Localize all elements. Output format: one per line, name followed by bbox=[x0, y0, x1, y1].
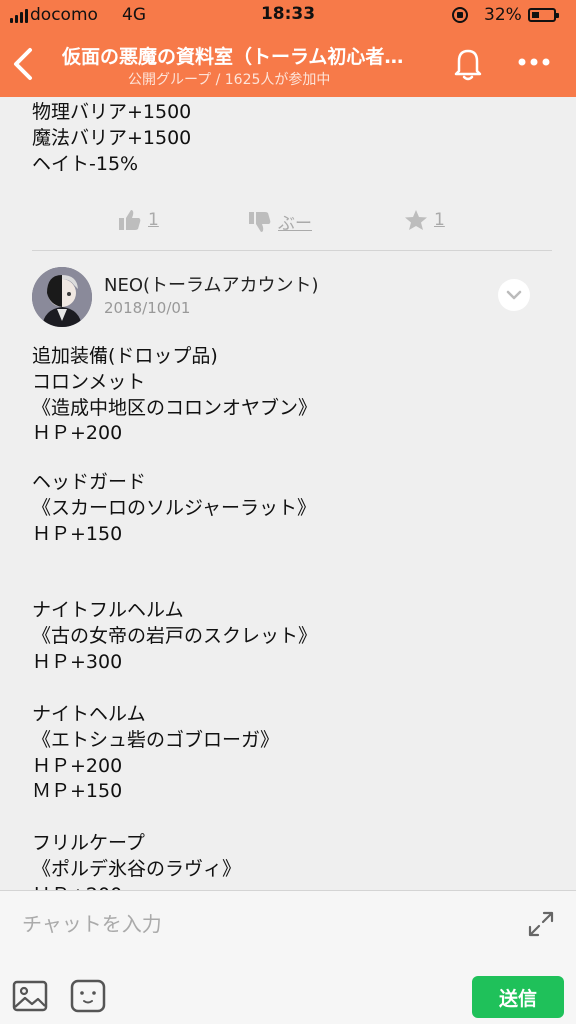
author-name[interactable]: NEO(トーラムアカウント) bbox=[104, 271, 319, 297]
more-options-button[interactable] bbox=[514, 52, 554, 72]
post-divider bbox=[32, 250, 552, 251]
post-text-block-1: 追加装備(ドロップ品) コロンメット 《造成中地区のコロンオヤブン》 ＨＰ+20… bbox=[32, 345, 318, 445]
chat-area[interactable]: 物理バリア+1500 魔法バリア+1500 ヘイト-15% 1 ぶー 1 NEO… bbox=[0, 97, 576, 890]
post-text-block-5: フリルケープ 《ポルデ氷谷のラヴィ》 ＨＰ+200 bbox=[32, 832, 242, 890]
reaction-bar: 1 ぶー 1 bbox=[0, 201, 576, 241]
thumbs-up-icon bbox=[119, 210, 141, 230]
battery-icon bbox=[528, 8, 559, 22]
image-icon bbox=[12, 980, 48, 1012]
like-button[interactable]: 1 bbox=[118, 209, 159, 231]
like-count: 1 bbox=[148, 210, 159, 230]
thumbs-down-icon bbox=[249, 211, 271, 232]
star-icon bbox=[405, 210, 427, 230]
group-title: 仮面の悪魔の資料室（トーラム初心者… bbox=[62, 46, 404, 68]
more-icon bbox=[518, 58, 550, 66]
favorite-button[interactable]: 1 bbox=[404, 209, 445, 231]
back-button[interactable] bbox=[10, 44, 40, 84]
notification-button[interactable] bbox=[450, 44, 486, 84]
back-icon bbox=[14, 48, 32, 80]
post-date: 2018/10/01 bbox=[104, 299, 191, 317]
battery-percent: 32% bbox=[484, 5, 522, 25]
group-subtitle: 公開グループ / 1625人が参加中 bbox=[128, 72, 331, 88]
bell-icon bbox=[454, 49, 482, 81]
expand-input-button[interactable] bbox=[526, 909, 556, 939]
post-menu-button[interactable] bbox=[498, 279, 530, 311]
header-bar: docomo 4G 18:33 32% 仮面の悪魔の資料室（トーラム初心者… 公… bbox=[0, 0, 576, 97]
rotation-lock-icon bbox=[452, 7, 468, 23]
post-text-block-2: ヘッドガード 《スカーロのソルジャーラット》 ＨＰ+150 bbox=[32, 471, 317, 545]
chat-input-bar: 送信 bbox=[0, 890, 576, 1024]
status-bar: docomo 4G 18:33 32% bbox=[0, 0, 576, 30]
chevron-down-icon bbox=[506, 290, 522, 300]
dislike-label: ぶー bbox=[278, 214, 312, 234]
previous-post-text: 物理バリア+1500 魔法バリア+1500 ヘイト-15% bbox=[32, 101, 192, 175]
chat-input[interactable] bbox=[20, 903, 504, 945]
post-text-block-3: ナイトフルヘルム 《古の女帝の岩戸のスクレット》 ＨＰ+300 bbox=[32, 599, 318, 673]
sticker-icon bbox=[70, 979, 106, 1013]
avatar-image bbox=[32, 267, 92, 327]
photo-button[interactable] bbox=[12, 979, 48, 1013]
expand-icon bbox=[528, 911, 554, 937]
favorite-count: 1 bbox=[434, 210, 445, 230]
avatar[interactable] bbox=[32, 267, 92, 327]
send-button[interactable]: 送信 bbox=[472, 976, 564, 1018]
post-text-block-4: ナイトヘルム 《エトシュ砦のゴブローガ》 ＨＰ+200 ＭＰ+150 bbox=[32, 703, 280, 803]
sticker-button[interactable] bbox=[70, 979, 106, 1013]
dislike-button[interactable]: ぶー bbox=[248, 209, 312, 234]
